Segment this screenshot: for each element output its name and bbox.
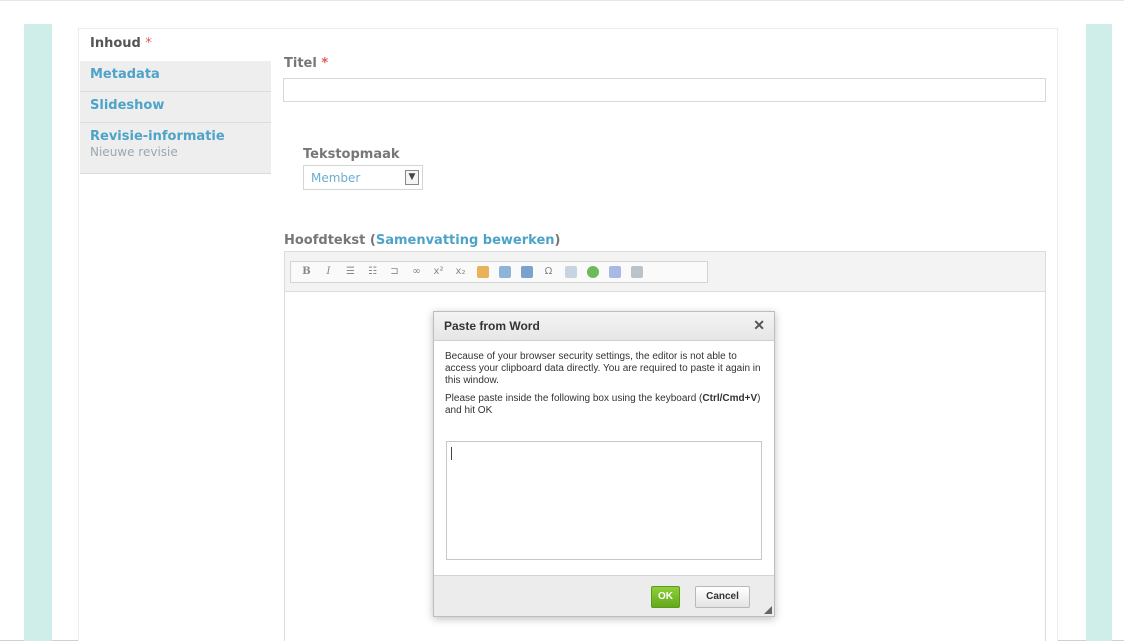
table-icon[interactable]	[565, 266, 577, 278]
paste-text-icon[interactable]	[477, 266, 489, 278]
dialog-footer: OK Cancel	[434, 575, 774, 616]
tab-label: Inhoud	[90, 36, 141, 51]
tab-label: Slideshow	[90, 98, 165, 113]
chevron-down-icon: ▼	[405, 170, 419, 185]
blockquote-icon[interactable]: ⊐	[385, 263, 404, 281]
bulleted-list-icon[interactable]: ☰	[341, 263, 360, 281]
tab-revisie-informatie[interactable]: Revisie-informatie Nieuwe revisie	[80, 123, 271, 174]
vertical-tabs: Inhoud * Metadata Slideshow Revisie-info…	[80, 30, 271, 174]
superscript-button[interactable]: x²	[429, 263, 448, 281]
edit-summary-link[interactable]: Samenvatting bewerken	[376, 233, 555, 248]
dialog-instruction: Please paste inside the following box us…	[445, 393, 762, 417]
close-icon[interactable]: ✕	[753, 317, 765, 334]
body-label-text: Hoofdtekst	[284, 233, 366, 248]
tab-summary: Nieuwe revisie	[90, 145, 178, 159]
left-side-band	[24, 24, 52, 641]
special-char-icon[interactable]: Ω	[539, 263, 558, 281]
subscript-button[interactable]: x₂	[451, 263, 470, 281]
toolbar-group: B I ☰ ☷ ⊐ ∞ x² x₂ Ω	[290, 261, 708, 283]
resize-handle-icon[interactable]	[764, 606, 772, 614]
text-format-value: Member	[311, 171, 361, 185]
funnel-icon[interactable]	[609, 266, 621, 278]
paren-close: )	[554, 233, 561, 248]
italic-button[interactable]: I	[319, 263, 338, 281]
text-caret	[451, 447, 452, 460]
source-icon[interactable]	[631, 266, 643, 278]
editor-toolbar: B I ☰ ☷ ⊐ ∞ x² x₂ Ω	[284, 251, 1046, 292]
tab-slideshow[interactable]: Slideshow	[80, 92, 271, 123]
bold-button[interactable]: B	[297, 263, 316, 281]
dialog-title: Paste from Word	[444, 319, 540, 333]
dialog-titlebar[interactable]: Paste from Word ✕	[434, 312, 774, 341]
required-marker: *	[145, 36, 152, 51]
tab-label: Metadata	[90, 67, 160, 82]
body-label: Hoofdtekst (Samenvatting bewerken)	[284, 233, 560, 248]
text-format-label: Tekstopmaak	[303, 147, 400, 162]
ok-button[interactable]: OK	[651, 586, 680, 608]
keyboard-shortcut: Ctrl/Cmd+V	[702, 393, 758, 404]
tab-label: Revisie-informatie	[90, 129, 225, 144]
title-label-text: Titel	[284, 56, 317, 71]
title-label: Titel *	[284, 56, 328, 71]
instruction-prefix: Please paste inside the following box us…	[445, 393, 703, 404]
right-side-band	[1086, 24, 1112, 641]
dialog-message: Because of your browser security setting…	[445, 351, 761, 386]
required-marker: *	[321, 56, 329, 71]
title-input[interactable]	[283, 78, 1046, 102]
globe-icon[interactable]	[587, 266, 599, 278]
dialog-body: Because of your browser security setting…	[434, 341, 774, 417]
paste-from-word-dialog: Paste from Word ✕ Because of your browse…	[433, 311, 775, 617]
link-icon[interactable]: ∞	[407, 263, 426, 281]
paste-textarea[interactable]	[446, 441, 762, 560]
image-icon[interactable]	[521, 266, 533, 278]
text-format-select[interactable]: Member ▼	[303, 165, 423, 190]
tab-metadata[interactable]: Metadata	[80, 61, 271, 92]
cancel-button[interactable]: Cancel	[695, 586, 750, 608]
numbered-list-icon[interactable]: ☷	[363, 263, 382, 281]
tab-inhoud[interactable]: Inhoud *	[80, 30, 271, 61]
paste-from-word-icon[interactable]	[499, 266, 511, 278]
